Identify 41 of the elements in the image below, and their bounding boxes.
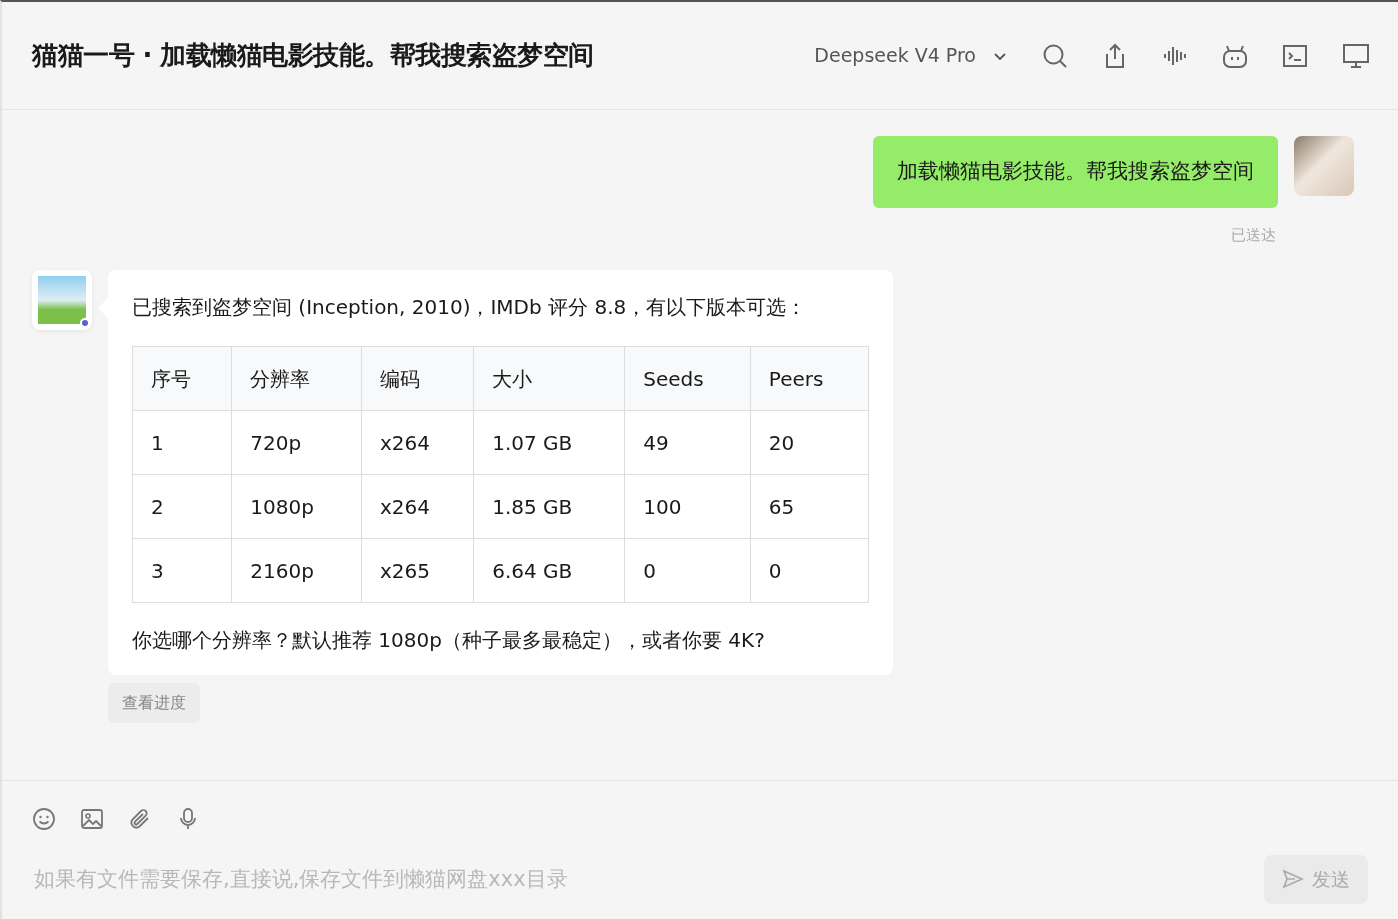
- terminal-icon[interactable]: [1282, 42, 1308, 69]
- paperclip-icon[interactable]: [128, 807, 152, 831]
- table-cell: 3: [132, 538, 232, 603]
- table-cell: 0: [750, 538, 869, 603]
- column-header: 序号: [132, 346, 232, 411]
- table-cell: 720p: [231, 410, 362, 475]
- table-cell: 6.64 GB: [473, 538, 625, 603]
- column-header: 编码: [361, 346, 474, 411]
- progress-button[interactable]: 查看进度: [108, 683, 200, 723]
- column-header: 大小: [473, 346, 625, 411]
- table-cell: 1080p: [231, 474, 362, 539]
- table-cell: x264: [361, 474, 474, 539]
- image-icon[interactable]: [80, 807, 104, 831]
- column-header: Seeds: [624, 346, 751, 411]
- table-cell: 2: [132, 474, 232, 539]
- table-cell: x265: [361, 538, 474, 603]
- message-text: 你选哪个分辨率？默认推荐 1080p（种子最多最稳定），或者你要 4K?: [132, 627, 766, 654]
- table-cell: x264: [361, 410, 474, 475]
- search-icon[interactable]: [1042, 42, 1068, 69]
- emoji-icon[interactable]: [32, 807, 56, 831]
- monitor-icon[interactable]: [1342, 42, 1370, 69]
- status-text: 已送达: [1231, 224, 1276, 246]
- message-text: 已搜索到盗梦空间 (Inception, 2010)，IMDb 评分 8.8，有以下版本可选：: [132, 294, 808, 321]
- column-header: Peers: [750, 346, 869, 411]
- avatar-picture: [38, 276, 86, 324]
- send-icon: [1282, 868, 1304, 891]
- message-bubble: 加载懒猫电影技能。帮我搜索盗梦空间: [873, 136, 1278, 208]
- model-dropdown[interactable]: Deepseek V4 Pro: [814, 41, 1008, 70]
- chat-title: 猫猫一号 · 加载懒猫电影技能。帮我搜索盗梦空间: [32, 39, 594, 72]
- table-cell: 100: [624, 474, 751, 539]
- table-cell: 2160p: [231, 538, 362, 603]
- avatar-photo: [1294, 136, 1354, 196]
- column-header: 分辨率: [231, 346, 362, 411]
- message-input[interactable]: 如果有文件需要保存,直接说,保存文件到懒猫网盘xxx目录: [32, 862, 1132, 896]
- table-cell: 1.85 GB: [473, 474, 625, 539]
- table-cell: 1: [132, 410, 232, 475]
- table-cell: 0: [624, 538, 751, 603]
- table-cell: 65: [750, 474, 869, 539]
- table-cell: 49: [624, 410, 751, 475]
- table-cell: 1.07 GB: [473, 410, 625, 475]
- table-cell: 20: [750, 410, 869, 475]
